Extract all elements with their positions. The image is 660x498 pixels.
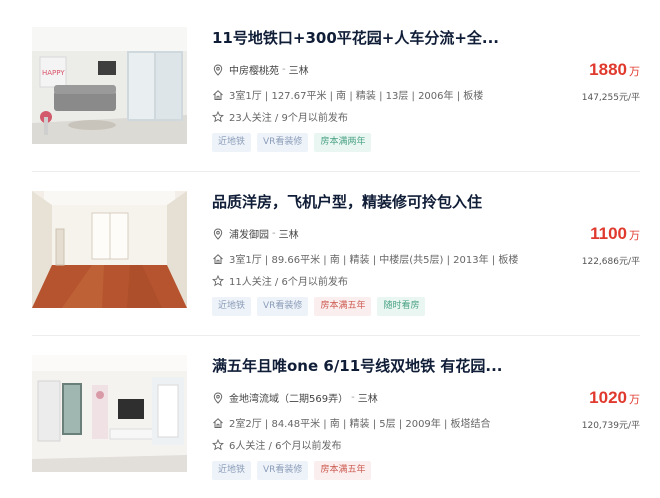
unit-price: 147,255元/平 [581,93,640,103]
total-price-value: 1880 [589,60,627,79]
house-info-text: 2室2厅 | 84.48平米 | 南 | 精装 | 5层 | 2009年 | 板… [229,419,491,430]
location-pin-icon [213,391,223,404]
star-icon [212,438,224,450]
listing-card[interactable]: 品质洋房，飞机户型，精装修可拎包入住 浦发御园 - 三林 3室1厅 | 89.6… [0,174,660,336]
listing-tag: 近地铁 [212,461,252,480]
area-link[interactable]: 三林 [358,390,378,405]
listing-card[interactable]: 满五年且唯one 6/11号线双地铁 有花园... 金地湾流域（二期569弄） … [0,338,660,498]
house-icon [213,89,223,100]
star-icon [212,110,224,122]
location-pin-icon [213,227,223,240]
star-icon [212,274,224,286]
total-price-value: 1100 [590,224,627,243]
price-unit: 万 [629,230,640,242]
unit-price: 120,739元/平 [581,421,640,431]
listing-tag: VR看装修 [257,461,309,480]
listing-title[interactable]: 品质洋房，飞机户型，精装修可拎包入住 [212,191,512,212]
listing-tag: 房本满五年 [314,461,372,480]
house-icon [213,253,223,264]
tag-list: 近地铁 VR看装修 房本满五年 随时看房 [212,297,426,316]
divider [32,335,640,336]
separator-dash: - [351,392,355,403]
listing-tag: VR看装修 [257,133,309,152]
listing-tag: 房本满两年 [314,133,372,152]
community-link[interactable]: 中房樱桃苑 [229,62,279,77]
area-link[interactable]: 三林 [279,226,299,241]
follow-row: 6人关注 / 6个月以前发布 [212,437,341,452]
listing-photo[interactable]: HAPPY [32,27,187,144]
listing-photo[interactable] [32,355,187,472]
follow-row: 23人关注 / 9个月以前发布 [212,109,348,124]
follow-text: 23人关注 / 9个月以前发布 [229,113,348,124]
community-row: 中房樱桃苑 - 三林 [212,62,309,77]
follow-row: 11人关注 / 6个月以前发布 [212,273,348,288]
listing-tag: 房本满五年 [314,297,372,316]
divider [32,171,640,172]
separator-dash: - [282,64,286,75]
listing-tag: 随时看房 [377,297,426,316]
price-unit: 万 [629,394,640,406]
svg-text:HAPPY: HAPPY [42,69,65,77]
house-info-text: 3室1厅 | 89.66平米 | 南 | 精装 | 中楼层(共5层) | 201… [229,255,519,266]
listing-photo[interactable] [32,191,187,308]
listing-tag: 近地铁 [212,297,252,316]
price-unit: 万 [629,66,640,78]
listing-card[interactable]: HAPPY 11号地铁口+300平花园+人车分流+全... 中房樱桃苑 - 三林 [0,10,660,172]
house-info-row: 3室1厅 | 89.66平米 | 南 | 精装 | 中楼层(共5层) | 201… [212,251,518,266]
separator-dash: - [272,228,276,239]
area-link[interactable]: 三林 [289,62,309,77]
location-pin-icon [213,63,223,76]
total-price: 1880 万 [589,60,640,80]
house-icon [213,417,223,428]
unit-price: 122,686元/平 [581,257,640,267]
follow-text: 11人关注 / 6个月以前发布 [229,277,348,288]
listing-tag: 近地铁 [212,133,252,152]
follow-text: 6人关注 / 6个月以前发布 [229,441,342,452]
house-info-text: 3室1厅 | 127.67平米 | 南 | 精装 | 13层 | 2006年 |… [229,91,484,102]
tag-list: 近地铁 VR看装修 房本满两年 [212,133,372,152]
tag-list: 近地铁 VR看装修 房本满五年 [212,461,372,480]
community-row: 浦发御园 - 三林 [212,226,299,241]
community-row: 金地湾流域（二期569弄） - 三林 [212,390,378,405]
community-link[interactable]: 金地湾流域（二期569弄） [229,390,348,405]
listing-title[interactable]: 满五年且唯one 6/11号线双地铁 有花园... [212,355,512,376]
community-link[interactable]: 浦发御园 [229,226,269,241]
house-info-row: 3室1厅 | 127.67平米 | 南 | 精装 | 13层 | 2006年 |… [212,87,483,102]
total-price-value: 1020 [589,388,627,407]
house-info-row: 2室2厅 | 84.48平米 | 南 | 精装 | 5层 | 2009年 | 板… [212,415,491,430]
total-price: 1100 万 [590,224,640,244]
listing-tag: VR看装修 [257,297,309,316]
total-price: 1020 万 [589,388,640,408]
listing-title[interactable]: 11号地铁口+300平花园+人车分流+全... [212,27,512,48]
